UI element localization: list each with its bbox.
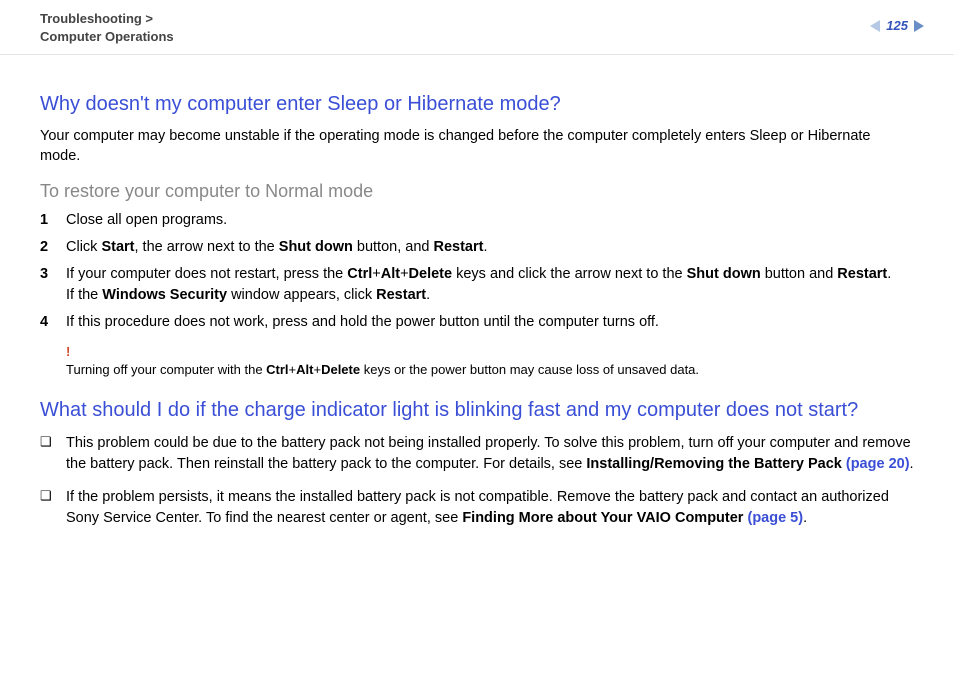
page-nav: 125 [870,18,924,33]
bullet-icon: ❑ [40,433,66,452]
bullet-text: If the problem persists, it means the in… [66,487,914,529]
next-page-icon[interactable] [914,20,924,32]
bullet-text: This problem could be due to the battery… [66,433,914,475]
bullet-1: ❑ This problem could be due to the batte… [40,433,914,475]
step-text: Click Start, the arrow next to the Shut … [66,237,914,258]
steps-list: 1 Close all open programs. 2 Click Start… [40,210,914,333]
warning-block: ! Turning off your computer with the Ctr… [66,343,914,379]
page-link-20[interactable]: (page 20) [846,456,910,472]
step-number: 3 [40,264,66,285]
step-4: 4 If this procedure does not work, press… [40,312,914,333]
bullet-icon: ❑ [40,487,66,506]
step-1: 1 Close all open programs. [40,210,914,231]
page-number: 125 [886,18,908,33]
step-2: 2 Click Start, the arrow next to the Shu… [40,237,914,258]
step-3: 3 If your computer does not restart, pre… [40,264,914,306]
breadcrumb-line2: Computer Operations [40,29,174,44]
step-text: If your computer does not restart, press… [66,264,914,306]
step-text: If this procedure does not work, press a… [66,312,914,333]
breadcrumb: Troubleshooting > Computer Operations [40,10,174,46]
warning-text: Turning off your computer with the Ctrl+… [66,362,699,377]
section2-heading: What should I do if the charge indicator… [40,397,914,423]
bullet-list: ❑ This problem could be due to the batte… [40,433,914,529]
page-header: Troubleshooting > Computer Operations 12… [0,0,954,55]
bullet-2: ❑ If the problem persists, it means the … [40,487,914,529]
page-link-5[interactable]: (page 5) [747,510,803,526]
step-text: Close all open programs. [66,210,914,231]
breadcrumb-line1: Troubleshooting > [40,11,153,26]
step-number: 4 [40,312,66,333]
step-number: 1 [40,210,66,231]
step-number: 2 [40,237,66,258]
warning-icon: ! [66,343,914,361]
section1-intro: Your computer may become unstable if the… [40,127,914,166]
prev-page-icon[interactable] [870,20,880,32]
section1-subheading: To restore your computer to Normal mode [40,181,914,202]
section1-heading: Why doesn't my computer enter Sleep or H… [40,91,914,117]
page-content: Why doesn't my computer enter Sleep or H… [0,55,954,529]
